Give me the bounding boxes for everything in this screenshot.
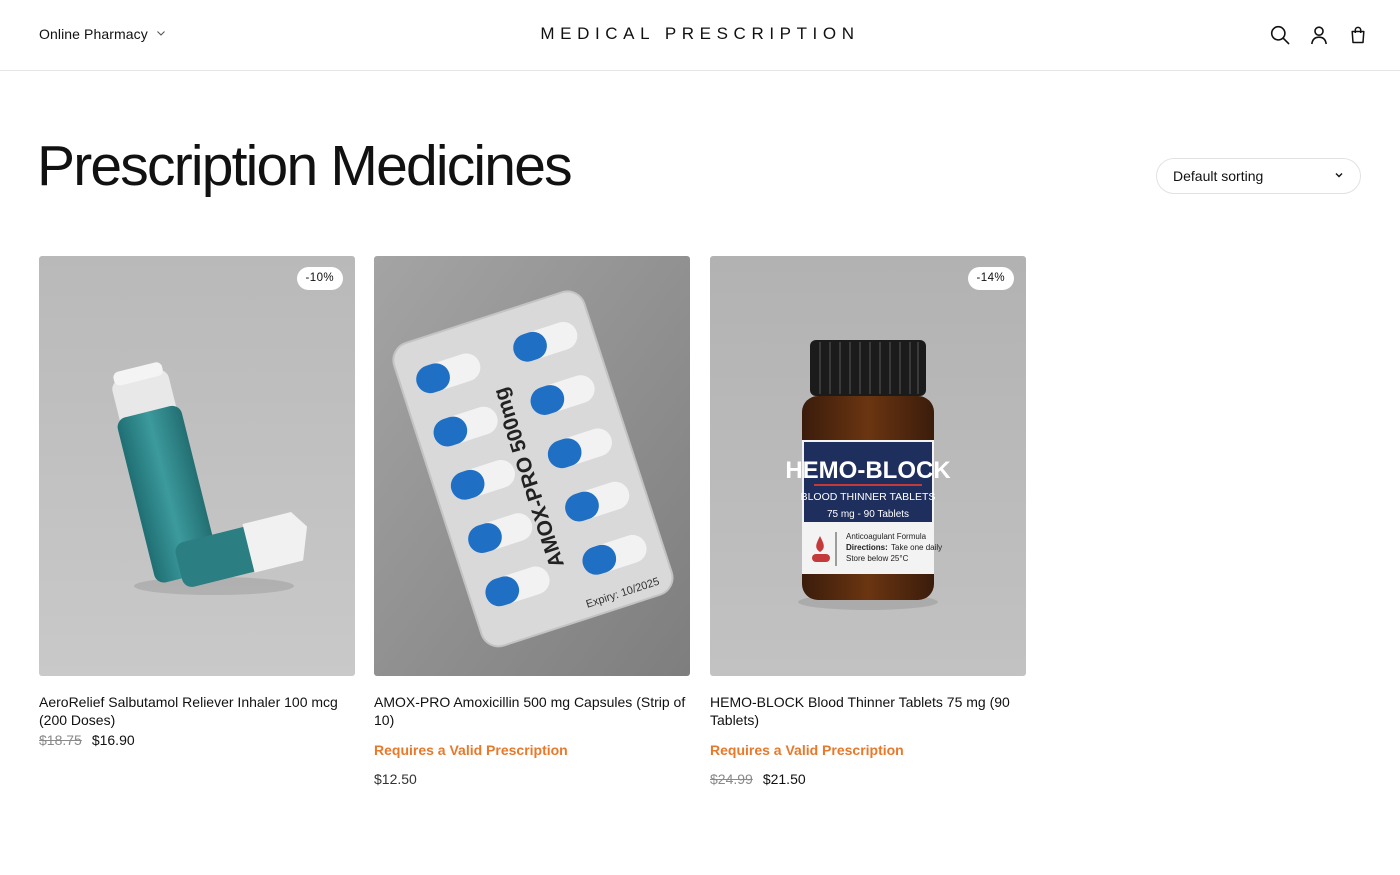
product-image-inhaler[interactable]: -10% (39, 256, 355, 676)
sale-badge: -10% (296, 267, 343, 290)
product-name[interactable]: AMOX-PRO Amoxicillin 500 mg Capsules (St… (374, 693, 690, 729)
site-header: Online Pharmacy MEDICAL PRESCRIPTION (0, 0, 1400, 71)
product-name[interactable]: AeroRelief Salbutamol Reliever Inhaler 1… (39, 693, 355, 729)
search-icon[interactable] (1270, 24, 1290, 46)
bottle-line-2-label: Directions: (846, 543, 888, 552)
product-image-pill-bottle[interactable]: HEMO-BLOCK BLOOD THINNER TABLETS 75 mg -… (710, 256, 1026, 676)
sale-price: $16.90 (91, 732, 135, 748)
bottle-brand: HEMO-BLOCK (785, 457, 951, 484)
prescription-required-note: Requires a Valid Prescription (374, 742, 568, 758)
sorting-selected-value: Default sorting (1173, 168, 1264, 184)
bottle-line-2: Take one daily (891, 543, 942, 552)
bottle-line-1: Anticoagulant Formula (846, 532, 927, 541)
sorting-dropdown[interactable]: Default sorting (1156, 158, 1361, 194)
bottle-line-3: Store below 25°C (846, 554, 909, 563)
product-price: $18.75 $16.90 (39, 732, 355, 748)
site-title[interactable]: MEDICAL PRESCRIPTION (0, 24, 1400, 44)
bottle-dose: 75 mg - 90 Tablets (827, 509, 909, 520)
header-actions (1270, 24, 1368, 46)
product-image-blister-pack[interactable]: AMOX-PRO 500mg Expiry: 10/2025 (374, 256, 690, 676)
regular-price: $24.99 (710, 771, 753, 787)
price: $12.50 (374, 771, 417, 787)
product-card: AMOX-PRO 500mg Expiry: 10/2025 AMOX-PRO … (374, 256, 690, 787)
product-price: $12.50 (374, 771, 690, 787)
page-title: Prescription Medicines (37, 134, 573, 198)
bottle-subtitle: BLOOD THINNER TABLETS (801, 491, 936, 503)
product-card: -10% AeroRelief Salbutamol Reliever Inha… (39, 256, 355, 748)
pill-bottle-image: HEMO-BLOCK BLOOD THINNER TABLETS 75 mg -… (710, 256, 1026, 676)
account-icon[interactable] (1309, 24, 1329, 46)
product-card: HEMO-BLOCK BLOOD THINNER TABLETS 75 mg -… (710, 256, 1026, 787)
blister-pack-image: AMOX-PRO 500mg Expiry: 10/2025 (374, 256, 690, 676)
product-name[interactable]: HEMO-BLOCK Blood Thinner Tablets 75 mg (… (710, 693, 1026, 729)
inhaler-image (39, 256, 355, 676)
product-price: $24.99 $21.50 (710, 771, 1026, 787)
cart-icon[interactable] (1348, 24, 1368, 46)
sale-price: $21.50 (762, 771, 806, 787)
sale-badge: -14% (967, 267, 1014, 290)
chevron-down-icon (1334, 167, 1344, 185)
regular-price: $18.75 (39, 732, 82, 748)
prescription-required-note: Requires a Valid Prescription (710, 742, 904, 758)
